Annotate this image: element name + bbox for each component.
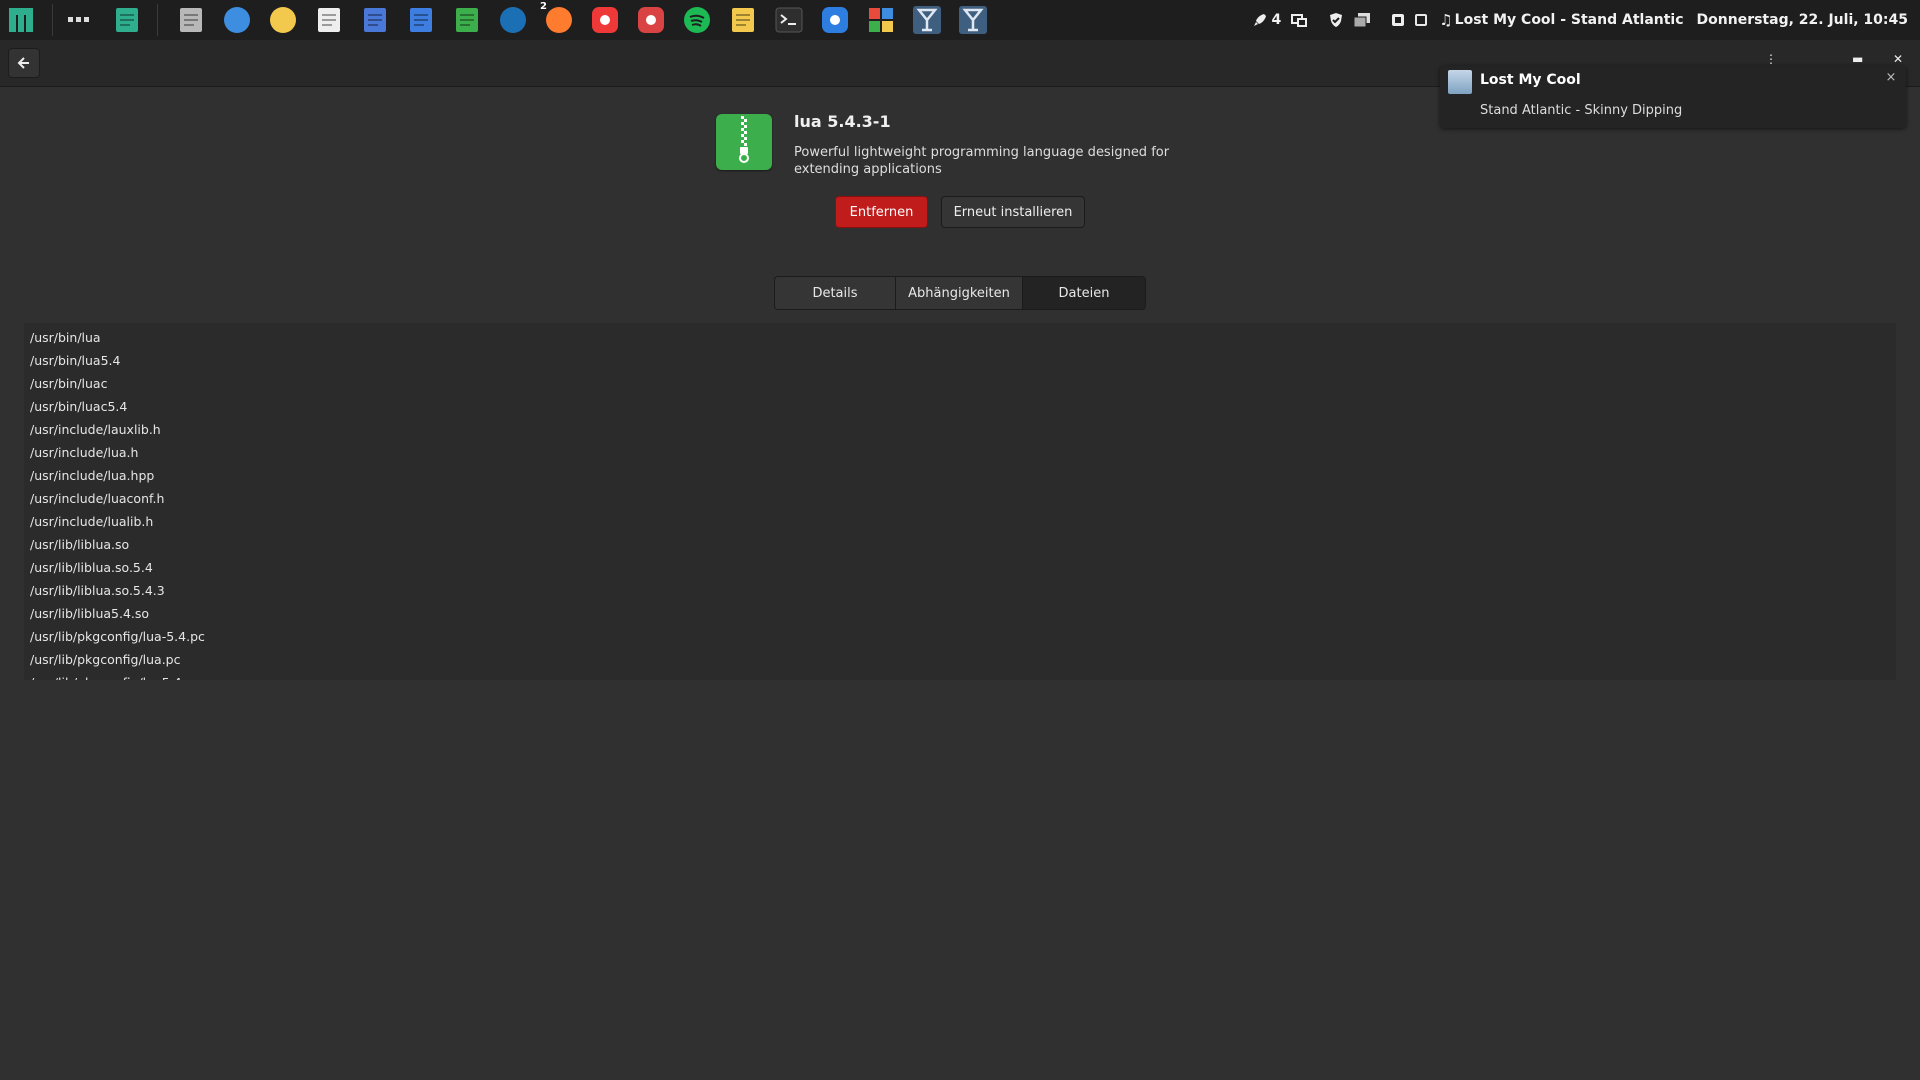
notification-indicator[interactable]: 4	[1253, 12, 1281, 28]
steam-icon[interactable]	[498, 5, 528, 35]
screen-icon[interactable]	[1415, 14, 1428, 26]
text-editor-icon[interactable]	[314, 5, 344, 35]
keyboard-layout-icon[interactable]	[1391, 13, 1405, 27]
tab-details[interactable]: Details	[775, 277, 896, 309]
file-row[interactable]: /usr/include/lua.h	[24, 441, 1896, 464]
notification-popup[interactable]: Lost My Cool Stand Atlantic - Skinny Dip…	[1440, 66, 1906, 128]
tab-bar: Details Abhängigkeiten Dateien	[774, 276, 1146, 310]
menu-kebab-icon[interactable]: ⋮	[1765, 52, 1777, 66]
terminal-icon[interactable]	[774, 5, 804, 35]
file-row[interactable]: /usr/bin/lua5.4	[24, 349, 1896, 372]
close-window-icon[interactable]: ✕	[1893, 52, 1903, 66]
file-row[interactable]: /usr/lib/pkgconfig/lua.pc	[24, 648, 1896, 671]
remove-button[interactable]: Entfernen	[835, 196, 928, 228]
reinstall-button[interactable]: Erneut installieren	[941, 196, 1085, 228]
file-row[interactable]: /usr/include/lualib.h	[24, 510, 1896, 533]
archive-zipper-icon	[716, 114, 772, 170]
now-playing[interactable]: ♫ Lost My Cool - Stand Atlantic	[1439, 11, 1683, 29]
clock-label: Donnerstag, 22. Juli, 10:45	[1696, 12, 1908, 28]
close-icon[interactable]: ×	[1884, 70, 1898, 85]
minimize-icon[interactable]: ▬	[1852, 52, 1863, 66]
firefox-icon[interactable]: 2	[540, 1, 574, 35]
notification-count: 4	[1271, 12, 1282, 28]
arrow-left-icon	[17, 57, 29, 69]
file-row[interactable]: /usr/include/lua.hpp	[24, 464, 1896, 487]
now-playing-label: Lost My Cool - Stand Atlantic	[1454, 12, 1684, 28]
file-row[interactable]: /usr/lib/liblua.so	[24, 533, 1896, 556]
system-tray: 4 ♫ Lost My Cool - Stand Atlantic Donner…	[1243, 0, 1920, 40]
color-palette-icon[interactable]	[268, 5, 298, 35]
wine-glass-icon[interactable]	[912, 5, 942, 35]
music-note-icon: ♫	[1439, 11, 1453, 29]
package-description: Powerful lightweight programming languag…	[794, 145, 1170, 177]
discover-icon[interactable]	[820, 5, 850, 35]
app-store-icon[interactable]	[866, 5, 896, 35]
mail-client-icon[interactable]	[222, 5, 252, 35]
audio-player-icon[interactable]	[728, 5, 758, 35]
screen-recorder-icon[interactable]	[636, 5, 666, 35]
firefox-badge: 2	[540, 1, 547, 12]
rocket-icon	[1254, 14, 1267, 26]
package-name: lua 5.4.3-1	[794, 112, 891, 131]
system-monitor-icon[interactable]	[452, 5, 482, 35]
file-row[interactable]: /usr/lib/liblua5.4.so	[24, 602, 1896, 625]
clock[interactable]: Donnerstag, 22. Juli, 10:45	[1697, 12, 1908, 28]
document-viewer-icon[interactable]	[360, 5, 390, 35]
clipboard-icon[interactable]	[1353, 12, 1371, 28]
file-row[interactable]: /usr/bin/luac5.4	[24, 395, 1896, 418]
spotify-icon[interactable]	[682, 5, 712, 35]
file-row[interactable]: /usr/lib/pkgconfig/lua-5.4.pc	[24, 625, 1896, 648]
taskbar: 2 4 ♫ Lost My Cool - Stand Atlantic Donn…	[0, 0, 1920, 41]
file-row[interactable]: /usr/lib/pkgconfig/lua5.4.pc	[24, 671, 1896, 680]
album-art-thumbnail	[1448, 70, 1472, 94]
workspace-icon[interactable]	[112, 5, 142, 35]
file-row[interactable]: /usr/include/luaconf.h	[24, 487, 1896, 510]
app-menu-icon[interactable]	[6, 5, 36, 35]
file-row[interactable]: /usr/include/lauxlib.h	[24, 418, 1896, 441]
file-row[interactable]: /usr/lib/liblua.so.5.4	[24, 556, 1896, 579]
vivaldi-icon[interactable]	[590, 5, 620, 35]
back-button[interactable]	[8, 48, 40, 78]
shield-icon[interactable]	[1329, 12, 1343, 28]
calculator-icon[interactable]	[406, 5, 436, 35]
file-row[interactable]: /usr/lib/liblua.so.5.4.3	[24, 579, 1896, 602]
notification-body: Stand Atlantic - Skinny Dipping	[1480, 103, 1683, 118]
wine-glass-alt-icon[interactable]	[958, 5, 988, 35]
tab-dependencies[interactable]: Abhängigkeiten	[896, 277, 1023, 309]
display-icon[interactable]	[1291, 13, 1308, 27]
file-list[interactable]: /usr/bin/lua/usr/bin/lua5.4/usr/bin/luac…	[24, 323, 1896, 680]
app-grid-icon[interactable]	[64, 5, 94, 35]
notification-title: Lost My Cool	[1480, 72, 1581, 88]
tab-files[interactable]: Dateien	[1023, 277, 1145, 309]
file-row[interactable]: /usr/bin/lua	[24, 326, 1896, 349]
file-manager-icon[interactable]	[176, 5, 206, 35]
file-row[interactable]: /usr/bin/luac	[24, 372, 1896, 395]
